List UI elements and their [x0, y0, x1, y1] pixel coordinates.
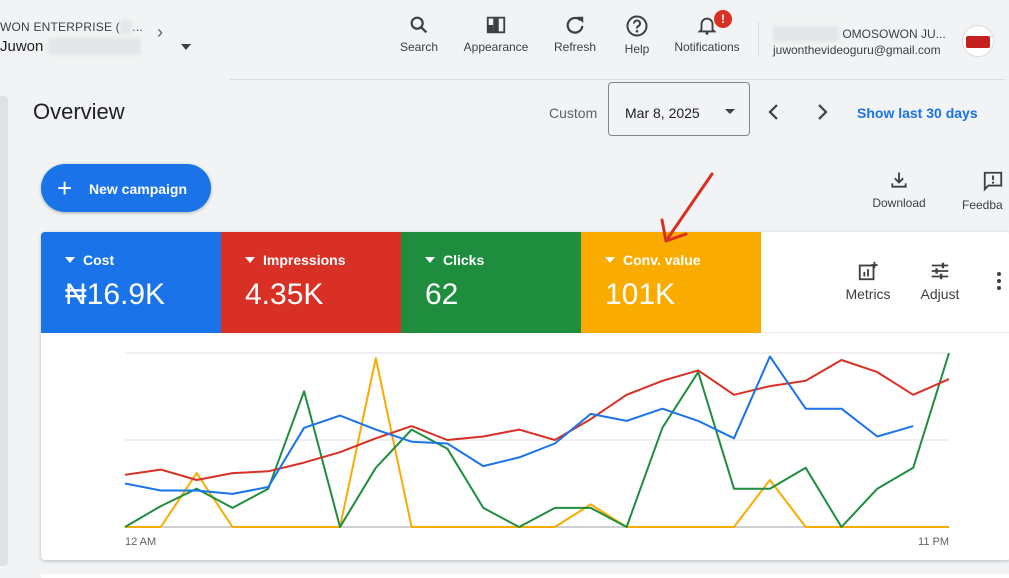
new-campaign-label: New campaign — [89, 181, 188, 197]
metric-label-impressions: Impressions — [245, 252, 345, 268]
header-divider — [758, 22, 759, 56]
date-range-select[interactable]: Mar 8, 2025 — [608, 82, 750, 136]
series-impressions-line — [124, 359, 950, 481]
appearance-button[interactable]: Appearance — [460, 14, 532, 54]
dropdown-caret-icon — [245, 257, 255, 263]
download-label: Download — [872, 196, 926, 210]
top-header: WON ENTERPRISE (xx... Juwon 000-000-0000… — [0, 0, 1009, 80]
header-rule — [230, 79, 1005, 80]
metric-label-conv-value: Conv. value — [605, 252, 701, 268]
search-icon — [410, 16, 428, 34]
appearance-icon — [486, 16, 506, 34]
account-dropdown-icon[interactable] — [181, 44, 191, 50]
metrics-label: Metrics — [845, 286, 891, 302]
date-range-type: Custom — [549, 105, 598, 121]
add-chart-icon — [858, 261, 878, 281]
performance-card: Cost ₦16.9K Impressions 4.35K Clicks 62 … — [41, 232, 1009, 560]
metric-value-impressions: 4.35K — [245, 278, 324, 311]
dropdown-caret-icon — [725, 109, 735, 114]
user-info[interactable]: xxxxxxxxxxx OMOSOWON JU... juwonthevideo… — [773, 26, 946, 58]
tune-icon — [931, 262, 949, 280]
download-icon — [891, 172, 907, 188]
feedback-button[interactable]: Feedba — [962, 170, 1009, 212]
page-title: Overview — [33, 99, 125, 124]
help-icon — [626, 15, 648, 37]
new-campaign-button[interactable]: + New campaign — [41, 164, 211, 212]
redacted-account-id: 000-000-0000 — [47, 38, 141, 55]
chevron-right-icon[interactable]: › — [157, 22, 163, 43]
search-label: Search — [399, 40, 439, 54]
show-last-30-days-link[interactable]: Show last 30 days — [857, 105, 978, 121]
feedback-label: Feedba — [962, 198, 1003, 212]
date-range-value: Mar 8, 2025 — [625, 105, 700, 121]
performance-chart: 12 AM 11 PM — [124, 352, 950, 548]
feedback-icon — [983, 171, 1003, 192]
dropdown-caret-icon — [605, 257, 615, 263]
help-label: Help — [624, 42, 650, 56]
adjust-label: Adjust — [920, 286, 960, 302]
metric-tile-cost[interactable]: Cost ₦16.9K — [41, 232, 221, 333]
account-name: WON ENTERPRISE (xx... — [0, 20, 143, 34]
metric-tile-impressions[interactable]: Impressions 4.35K — [221, 232, 401, 333]
metric-label-clicks: Clicks — [425, 252, 484, 268]
metric-value-cost: ₦16.9K — [65, 278, 166, 311]
account-user: Juwon 000-000-0000 — [0, 38, 143, 55]
avatar[interactable] — [962, 25, 994, 57]
help-button[interactable]: Help — [620, 14, 654, 56]
metric-tile-clicks[interactable]: Clicks 62 — [401, 232, 581, 333]
metric-value-clicks: 62 — [425, 278, 459, 311]
next-card-edge — [41, 574, 1009, 578]
user-email: juwonthevideoguru@gmail.com — [773, 43, 941, 57]
refresh-icon — [566, 16, 584, 34]
avatar-logo-icon — [966, 36, 990, 48]
previous-period-icon[interactable] — [762, 100, 786, 124]
dropdown-caret-icon — [65, 257, 75, 263]
x-axis-end-label: 11 PM — [918, 536, 949, 548]
search-button[interactable]: Search — [398, 14, 440, 54]
user-name: OMOSOWON JU... — [842, 27, 946, 41]
more-options-icon[interactable] — [997, 272, 1003, 293]
next-period-icon[interactable] — [810, 100, 834, 124]
x-axis-start-label: 12 AM — [125, 536, 156, 548]
dropdown-caret-icon — [425, 257, 435, 263]
metrics-button[interactable]: Metrics — [841, 260, 895, 302]
refresh-label: Refresh — [553, 40, 597, 54]
appearance-label: Appearance — [463, 40, 529, 54]
notifications-label: Notifications — [674, 40, 740, 54]
metric-tile-conv-value[interactable]: Conv. value 101K — [581, 232, 761, 333]
plus-icon: + — [57, 173, 73, 203]
notification-badge: ! — [714, 10, 732, 28]
left-scroll-gutter[interactable] — [0, 96, 8, 566]
notifications-button[interactable]: ! Notifications — [668, 10, 746, 54]
account-selector[interactable]: WON ENTERPRISE (xx... Juwon 000-000-0000 — [0, 20, 143, 55]
adjust-button[interactable]: Adjust — [915, 260, 965, 302]
metric-label-cost: Cost — [65, 252, 114, 268]
metric-value-conv-value: 101K — [605, 278, 676, 311]
download-button[interactable]: Download — [866, 170, 932, 210]
refresh-button[interactable]: Refresh — [550, 14, 600, 54]
